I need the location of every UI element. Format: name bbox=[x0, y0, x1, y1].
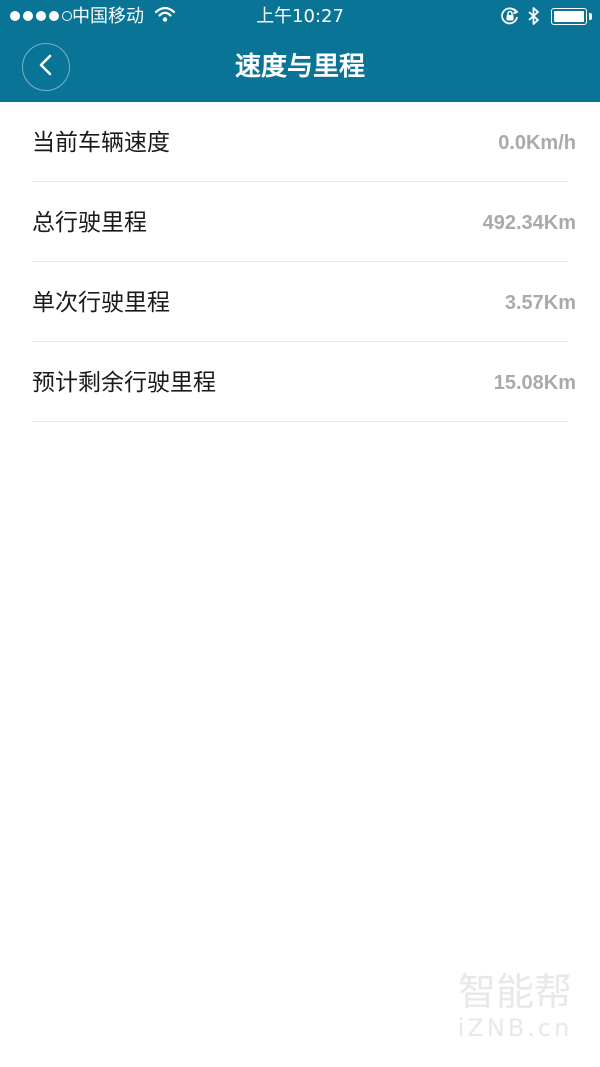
watermark-en: iZNB.cn bbox=[457, 1014, 573, 1042]
battery-tip bbox=[589, 13, 592, 20]
row-value: 0.0Km/h bbox=[498, 132, 576, 154]
battery-level bbox=[554, 11, 584, 22]
page-title: 速度与里程 bbox=[234, 52, 365, 82]
watermark-cn: 智能帮 bbox=[457, 970, 572, 1014]
top-bar: 中国移动 上午10:27 速度与里程 bbox=[0, 0, 600, 102]
row-label: 当前车辆速度 bbox=[32, 130, 170, 156]
rotation-lock-icon bbox=[500, 6, 520, 31]
status-bar: 中国移动 上午10:27 bbox=[0, 0, 600, 34]
list-item: 预计剩余行驶里程 15.08Km bbox=[0, 342, 600, 422]
watermark-logo: 智能帮 iZNB.cn bbox=[440, 970, 590, 1042]
stats-list: 当前车辆速度 0.0Km/h 总行驶里程 492.34Km 单次行驶里程 3.5… bbox=[0, 102, 600, 422]
list-item: 单次行驶里程 3.57Km bbox=[0, 262, 600, 342]
divider bbox=[32, 421, 568, 422]
row-value: 492.34Km bbox=[482, 212, 576, 234]
row-label: 单次行驶里程 bbox=[32, 290, 170, 316]
list-item: 当前车辆速度 0.0Km/h bbox=[0, 102, 600, 182]
row-label: 总行驶里程 bbox=[32, 210, 147, 236]
battery-icon bbox=[551, 8, 587, 25]
row-label: 预计剩余行驶里程 bbox=[32, 370, 216, 396]
row-value: 15.08Km bbox=[493, 372, 576, 394]
list-item: 总行驶里程 492.34Km bbox=[0, 182, 600, 262]
bluetooth-icon bbox=[527, 6, 541, 31]
row-value: 3.57Km bbox=[504, 292, 576, 314]
